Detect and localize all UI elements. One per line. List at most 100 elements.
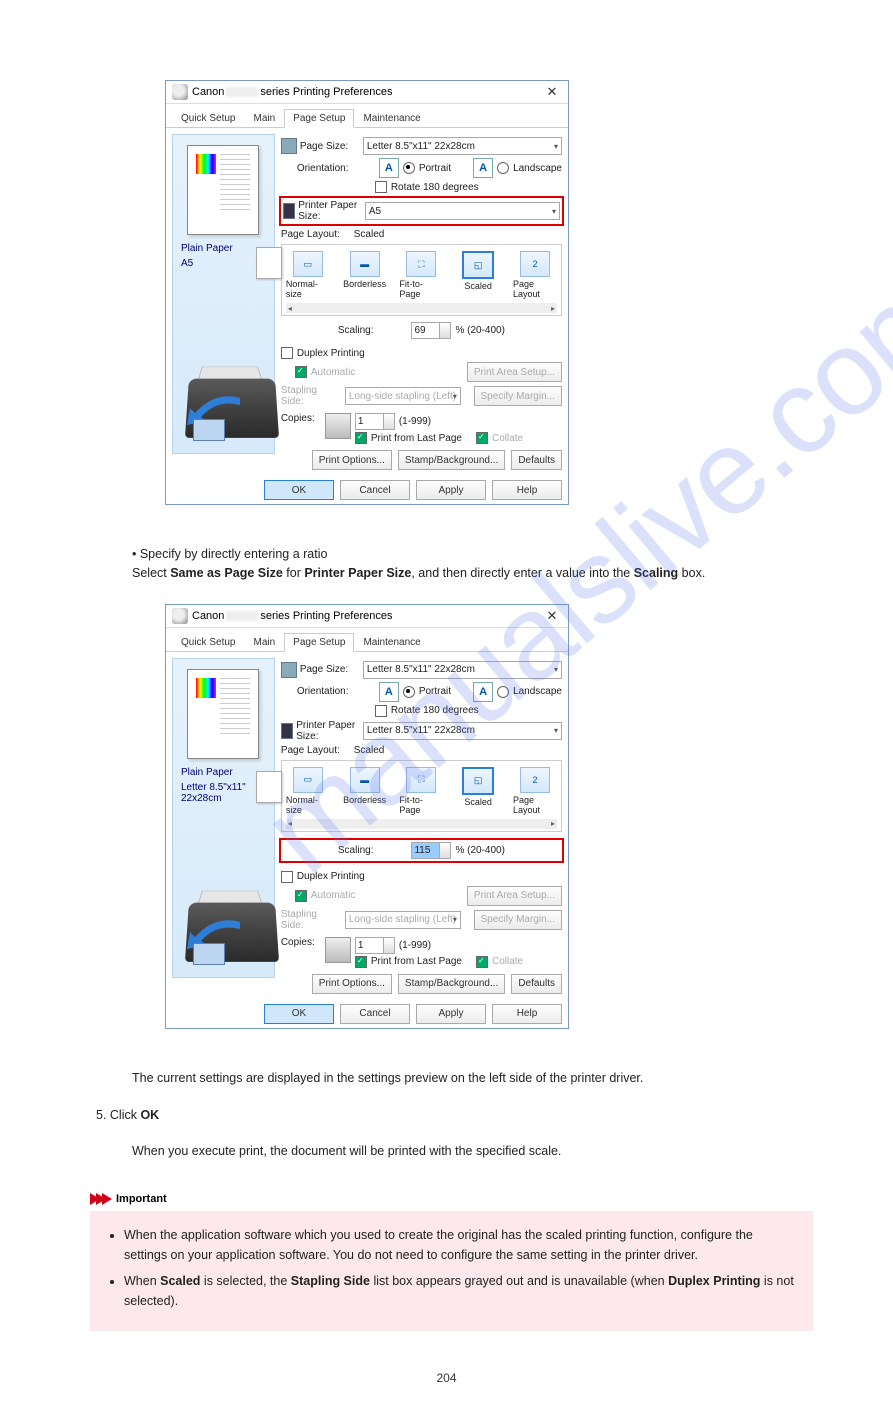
scaling-input[interactable]: 69 xyxy=(411,322,451,339)
portrait-option[interactable]: Portrait xyxy=(419,163,451,174)
page-number: 204 xyxy=(0,1371,893,1385)
page-layout-value: Scaled xyxy=(354,229,385,240)
copies-input[interactable]: 1 xyxy=(355,413,395,430)
landscape-option[interactable]: Landscape xyxy=(513,686,562,697)
window-title: Canon series Printing Preferences xyxy=(192,86,538,98)
page-size-dropdown[interactable]: Letter 8.5"x11" 22x28cm xyxy=(363,137,562,155)
print-last-checkbox[interactable] xyxy=(355,956,367,968)
defaults-button[interactable]: Defaults xyxy=(511,450,562,470)
apply-button[interactable]: Apply xyxy=(416,1004,486,1024)
page-layout-value: Scaled xyxy=(354,745,385,756)
copies-icon xyxy=(325,937,351,963)
stamp-button[interactable]: Stamp/Background... xyxy=(398,450,505,470)
copies-input[interactable]: 1 xyxy=(355,937,395,954)
scaling-input[interactable]: 115 xyxy=(411,842,451,859)
printer-paper-dropdown[interactable]: Letter 8.5"x11" 22x28cm xyxy=(363,722,562,740)
rotate180-checkbox[interactable] xyxy=(375,181,387,193)
stamp-button[interactable]: Stamp/Background... xyxy=(398,974,505,994)
layout-scrollbar[interactable]: ◂▸ xyxy=(286,303,557,313)
layout-pagelayout[interactable]: 2Page Layout xyxy=(513,251,557,299)
landscape-radio[interactable] xyxy=(497,686,509,698)
page-size-dropdown[interactable]: Letter 8.5"x11" 22x28cm xyxy=(363,661,562,679)
portrait-radio[interactable] xyxy=(403,686,415,698)
ok-button[interactable]: OK xyxy=(264,1004,334,1024)
layout-normal[interactable]: ▭Normal-size xyxy=(286,767,330,815)
tabs: Quick Setup Main Page Setup Maintenance xyxy=(166,104,568,128)
print-options-button[interactable]: Print Options... xyxy=(312,974,392,994)
layout-scrollbar[interactable]: ◂▸ xyxy=(286,819,557,829)
duplex-checkbox[interactable] xyxy=(281,871,293,883)
duplex-checkbox[interactable] xyxy=(281,347,293,359)
tabs: Quick Setup Main Page Setup Maintenance xyxy=(166,628,568,652)
envelope-icon xyxy=(193,419,225,441)
orientation-label: Orientation: xyxy=(297,686,349,697)
between-description: • Specify by directly entering a ratio S… xyxy=(132,545,813,584)
close-icon[interactable]: ✕ xyxy=(538,608,566,624)
print-last-checkbox[interactable] xyxy=(355,432,367,444)
print-last-label[interactable]: Print from Last Page xyxy=(371,433,462,444)
layout-fit[interactable]: ⛶Fit-to-Page xyxy=(399,767,443,815)
collate-checkbox[interactable] xyxy=(476,956,488,968)
cancel-button[interactable]: Cancel xyxy=(340,480,410,500)
printer-icon xyxy=(172,608,188,624)
collate-checkbox[interactable] xyxy=(476,432,488,444)
duplex-label[interactable]: Duplex Printing xyxy=(297,348,365,359)
help-button[interactable]: Help xyxy=(492,480,562,500)
layout-scaled[interactable]: ◱Scaled xyxy=(456,251,500,299)
stapling-label: Stapling Side: xyxy=(281,385,341,407)
tab-quick-setup[interactable]: Quick Setup xyxy=(172,633,244,652)
layout-scaled[interactable]: ◱Scaled xyxy=(456,767,500,815)
landscape-radio[interactable] xyxy=(497,162,509,174)
tab-page-setup[interactable]: Page Setup xyxy=(284,109,354,128)
copies-label: Copies: xyxy=(281,413,321,424)
portrait-icon: A xyxy=(379,158,399,178)
automatic-label: Automatic xyxy=(311,890,355,901)
rotate180-label[interactable]: Rotate 180 degrees xyxy=(391,705,479,716)
preview-pane: Plain Paper Letter 8.5"x11" 22x28cm xyxy=(172,658,275,978)
defaults-button[interactable]: Defaults xyxy=(511,974,562,994)
automatic-checkbox[interactable] xyxy=(295,366,307,378)
automatic-label: Automatic xyxy=(311,367,355,378)
layout-borderless[interactable]: ▬Borderless xyxy=(343,251,387,299)
apply-button[interactable]: Apply xyxy=(416,480,486,500)
automatic-checkbox[interactable] xyxy=(295,890,307,902)
envelope-icon xyxy=(193,943,225,965)
rotate180-checkbox[interactable] xyxy=(375,705,387,717)
tab-main[interactable]: Main xyxy=(244,633,284,652)
layout-borderless[interactable]: ▬Borderless xyxy=(343,767,387,815)
important-item-2: When Scaled is selected, the Stapling Si… xyxy=(124,1271,795,1311)
printer-image xyxy=(177,337,270,447)
ok-button[interactable]: OK xyxy=(264,480,334,500)
print-last-label[interactable]: Print from Last Page xyxy=(371,956,462,967)
specify-margin-button: Specify Margin... xyxy=(474,910,562,930)
tab-maintenance[interactable]: Maintenance xyxy=(354,109,429,128)
copies-range: (1-999) xyxy=(399,416,431,427)
duplex-label[interactable]: Duplex Printing xyxy=(297,871,365,882)
cancel-button[interactable]: Cancel xyxy=(340,1004,410,1024)
tab-quick-setup[interactable]: Quick Setup xyxy=(172,109,244,128)
tab-maintenance[interactable]: Maintenance xyxy=(354,633,429,652)
layout-fit[interactable]: ⛶Fit-to-Page xyxy=(399,251,443,299)
print-area-button: Print Area Setup... xyxy=(467,362,562,382)
tab-main[interactable]: Main xyxy=(244,109,284,128)
titlebar: Canon series Printing Preferences ✕ xyxy=(166,605,568,628)
portrait-option[interactable]: Portrait xyxy=(419,686,451,697)
important-item-1: When the application software which you … xyxy=(124,1225,795,1265)
landscape-option[interactable]: Landscape xyxy=(513,163,562,174)
rotate180-label[interactable]: Rotate 180 degrees xyxy=(391,182,479,193)
settings-panel: Page Size: Letter 8.5"x11" 22x28cm Orien… xyxy=(281,658,562,994)
tab-page-setup[interactable]: Page Setup xyxy=(284,633,354,652)
page-layout-label: Page Layout: xyxy=(281,745,340,756)
layout-pagelayout[interactable]: 2Page Layout xyxy=(513,767,557,815)
printer-paper-icon xyxy=(283,203,295,219)
stapling-dropdown: Long-side stapling (Left) xyxy=(345,387,461,405)
page-size-label: Page Size: xyxy=(300,664,348,675)
layout-normal[interactable]: ▭Normal-size xyxy=(286,251,330,299)
print-options-button[interactable]: Print Options... xyxy=(312,450,392,470)
close-icon[interactable]: ✕ xyxy=(538,84,566,100)
help-button[interactable]: Help xyxy=(492,1004,562,1024)
dialog-printing-preferences: Canon series Printing Preferences ✕ Quic… xyxy=(165,80,569,505)
scaling-range-label: % (20-400) xyxy=(455,325,504,336)
portrait-radio[interactable] xyxy=(403,162,415,174)
printer-paper-dropdown[interactable]: A5 xyxy=(365,202,560,220)
